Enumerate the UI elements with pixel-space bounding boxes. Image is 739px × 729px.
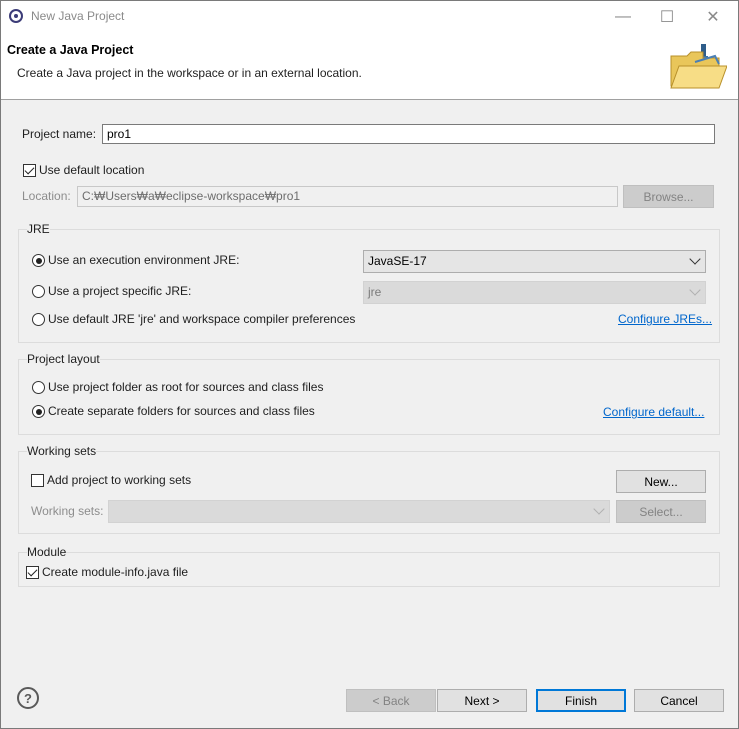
working-sets-label: Working sets: (31, 504, 104, 518)
configure-jres-link[interactable]: Configure JREs... (618, 312, 712, 326)
cancel-button[interactable]: Cancel (634, 689, 724, 712)
jre-execution-env-label: Use an execution environment JRE: (48, 253, 240, 267)
jre-default-radio[interactable] (32, 313, 45, 326)
back-button[interactable]: < Back (346, 689, 436, 712)
select-working-sets-button[interactable]: Select... (616, 500, 706, 523)
use-default-location-label: Use default location (39, 163, 145, 177)
project-specific-jre-value: jre (368, 285, 382, 299)
chevron-down-icon (689, 253, 701, 265)
maximize-button[interactable]: ☐ (644, 1, 690, 32)
working-sets-select[interactable] (108, 500, 610, 523)
layout-root-radio[interactable] (32, 381, 45, 394)
add-to-working-sets-label: Add project to working sets (47, 473, 192, 487)
window-title: New Java Project (31, 9, 125, 23)
page-description: Create a Java project in the workspace o… (17, 66, 362, 80)
folder-banner-icon (670, 44, 727, 89)
jre-execution-env-radio[interactable] (32, 254, 45, 267)
new-java-project-dialog: New Java Project — ☐ ✕ Create a Java Pro… (0, 0, 739, 729)
create-module-info-label: Create module-info.java file (42, 565, 189, 579)
finish-button[interactable]: Finish (536, 689, 626, 712)
chevron-down-icon (689, 284, 701, 296)
minimize-button[interactable]: — (600, 1, 646, 32)
project-layout-group (18, 359, 720, 435)
location-label: Location: (22, 189, 71, 203)
jre-default-label: Use default JRE 'jre' and workspace comp… (48, 312, 356, 326)
location-input[interactable]: C:₩Users₩a₩eclipse-workspace₩pro1 (77, 186, 618, 207)
jre-group-title: JRE (27, 222, 50, 236)
working-sets-group-title: Working sets (27, 444, 97, 458)
browse-button[interactable]: Browse... (623, 185, 714, 208)
next-button[interactable]: Next > (437, 689, 527, 712)
wizard-header: Create a Java Project Create a Java proj… (1, 32, 738, 100)
use-default-location-checkbox[interactable] (23, 164, 36, 177)
create-module-info-checkbox[interactable] (26, 566, 39, 579)
layout-separate-radio[interactable] (32, 405, 45, 418)
execution-env-value: JavaSE-17 (368, 254, 427, 268)
chevron-down-icon (593, 503, 605, 515)
close-button[interactable]: ✕ (690, 1, 736, 32)
help-icon[interactable]: ? (17, 687, 39, 709)
project-layout-group-title: Project layout (27, 352, 100, 366)
jre-project-specific-label: Use a project specific JRE: (48, 284, 192, 298)
project-name-label: Project name: (22, 127, 97, 141)
module-group-title: Module (27, 545, 67, 559)
layout-separate-label: Create separate folders for sources and … (48, 404, 315, 418)
project-specific-jre-select[interactable]: jre (363, 281, 706, 304)
eclipse-icon (9, 9, 23, 23)
new-working-set-button[interactable]: New... (616, 470, 706, 493)
configure-default-link[interactable]: Configure default... (603, 405, 704, 419)
execution-env-select[interactable]: JavaSE-17 (363, 250, 706, 273)
page-title: Create a Java Project (7, 43, 134, 57)
project-name-input[interactable]: pro1 (102, 124, 715, 144)
add-to-working-sets-checkbox[interactable] (31, 474, 44, 487)
layout-root-label: Use project folder as root for sources a… (48, 380, 324, 394)
jre-project-specific-radio[interactable] (32, 285, 45, 298)
title-bar: New Java Project — ☐ ✕ (1, 1, 738, 32)
